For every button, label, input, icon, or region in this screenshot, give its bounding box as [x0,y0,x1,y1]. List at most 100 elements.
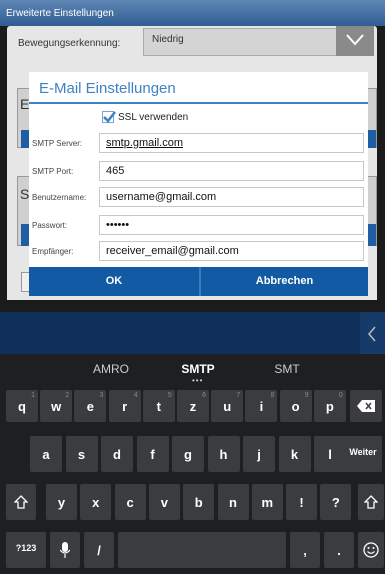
key-e-label: e [86,399,94,414]
backspace-icon [357,400,375,412]
motion-detection-value: Niedrig [152,34,184,45]
key-h-label: h [219,447,228,462]
key-e-hint: 3 [99,392,104,399]
key-c-label: c [126,495,134,510]
key-t-label: t [156,399,161,414]
key-p[interactable]: p0 [313,390,346,422]
key-q[interactable]: q1 [6,390,38,422]
key-t-hint: 5 [167,392,172,399]
settings-card-s-button-edge-right[interactable] [368,224,376,246]
dialog-button-bar: OK Abbrechen [29,267,368,296]
space-key[interactable] [118,532,286,568]
key-k-label: k [290,447,299,462]
symbols-key-label: ?123 [15,543,37,553]
key-f-label: f [150,447,155,462]
key-t[interactable]: t5 [142,390,175,422]
recipient-input[interactable]: receiver_email@gmail.com [99,241,364,261]
key-n[interactable]: n [217,484,249,520]
smtp-port-input[interactable]: 465 [99,161,364,181]
key-question-label: ? [331,495,340,510]
key-a[interactable]: a [30,436,62,472]
password-value: •••••• [106,219,130,231]
dialog-title: E-Mail Einstellungen [39,80,176,97]
key-u-hint: 7 [236,392,241,399]
key-c[interactable]: c [114,484,146,520]
key-j[interactable]: j [243,436,275,472]
key-z-label: z [189,399,197,414]
key-d[interactable]: d [101,436,133,472]
smtp-server-label: SMTP Server: [32,139,83,148]
key-y-label: y [57,495,66,510]
key-w[interactable]: w2 [40,390,73,422]
key-v-label: v [160,495,168,510]
key-g-label: g [184,447,192,462]
key-h[interactable]: h [207,436,240,472]
suggestion-center[interactable]: SMTP [165,362,231,376]
motion-detection-label: Bewegungserkennung: [18,38,121,49]
username-value: username@gmail.com [106,191,217,203]
shift-key-right[interactable] [358,484,384,520]
motion-dropdown-button[interactable] [336,26,374,56]
key-o-label: o [291,399,300,414]
email-settings-dialog: E-Mail Einstellungen SSL verwenden SMTP … [29,72,368,296]
collapse-keyboard-button[interactable] [360,312,385,354]
key-l[interactable]: l [314,436,346,472]
symbols-key[interactable]: ?123 [6,532,46,568]
key-exclamation[interactable]: ! [286,484,318,520]
username-input[interactable]: username@gmail.com [99,187,364,207]
suggestion-right[interactable]: SMT [254,362,320,376]
key-s[interactable]: s [65,436,98,472]
key-m[interactable]: m [251,484,283,520]
settings-card-s-button-edge[interactable] [21,224,29,246]
key-i-hint: 8 [270,392,275,399]
shift-icon [364,495,378,509]
key-question[interactable]: ? [320,484,352,520]
key-r[interactable]: r4 [108,390,141,422]
shift-key-left[interactable] [6,484,36,520]
microphone-icon [60,542,70,558]
key-v[interactable]: v [148,484,180,520]
key-w-label: w [51,399,62,414]
ssl-checkbox[interactable] [102,111,116,123]
smtp-port-value: 465 [106,165,125,177]
ok-button[interactable]: OK [29,267,199,296]
key-f[interactable]: f [136,436,169,472]
comma-key[interactable]: , [290,532,320,568]
key-x[interactable]: x [80,484,112,520]
key-p-label: p [325,399,334,414]
key-i[interactable]: i8 [245,390,278,422]
key-g[interactable]: g [172,436,204,472]
cancel-button[interactable]: Abbrechen [201,267,368,296]
smtp-server-input[interactable]: smtp.gmail.com [99,133,364,153]
checkmark-icon [103,111,116,123]
voice-input-key[interactable] [50,532,80,568]
key-j-label: j [257,447,261,462]
emoji-key[interactable] [358,532,384,568]
key-z[interactable]: z6 [177,390,209,422]
key-o[interactable]: o9 [279,390,312,422]
key-k[interactable]: k [278,436,311,472]
ssl-label: SSL verwenden [118,112,189,123]
key-u[interactable]: u7 [211,390,244,422]
text-input-bar[interactable] [0,312,385,354]
settings-card-email-button-edge-right[interactable] [368,130,376,148]
slash-key-label: / [97,543,101,558]
recipient-value: receiver_email@gmail.com [106,245,239,257]
backspace-key[interactable] [350,390,382,422]
suggestion-left[interactable]: AMRO [78,362,144,376]
key-r-label: r [122,399,128,414]
slash-key[interactable]: / [84,532,114,568]
enter-key-label: Weiter [349,447,377,457]
key-u-label: u [223,399,232,414]
key-y[interactable]: y [46,484,77,520]
app-title-bar: Erweiterte Einstellungen [0,0,385,26]
enter-key[interactable]: Weiter [344,436,382,472]
settings-card-email-button-edge[interactable] [21,130,29,148]
key-b[interactable]: b [183,484,215,520]
dialog-title-divider [29,102,368,104]
period-key[interactable]: . [324,532,354,568]
app-title: Erweiterte Einstellungen [6,8,114,19]
password-input[interactable]: •••••• [99,215,364,235]
key-e[interactable]: e3 [74,390,107,422]
key-z-hint: 6 [202,392,206,399]
